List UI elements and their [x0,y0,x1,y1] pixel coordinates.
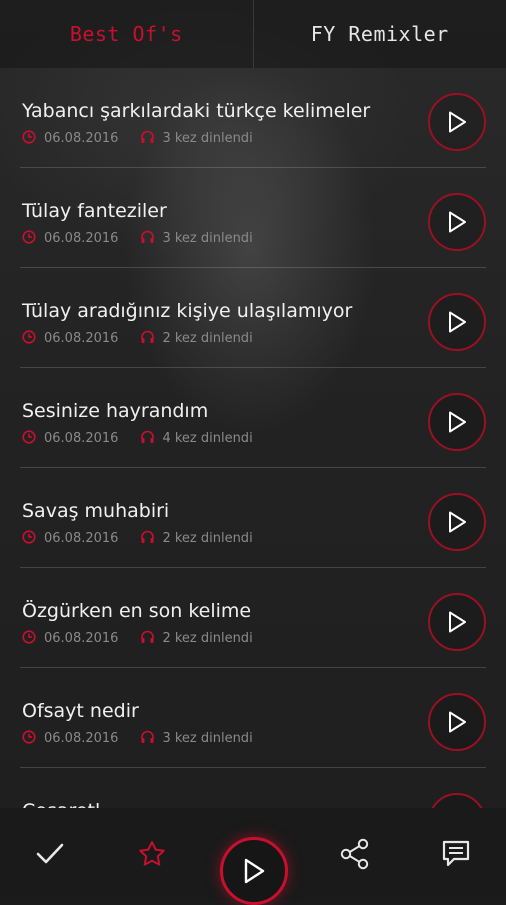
track-plays: 3 kez dinlendi [162,231,252,246]
track-plays: 3 kez dinlendi [162,131,252,146]
track-meta: 06.08.2016 4 kez dinlendi [22,430,253,446]
favorite-button[interactable] [132,835,172,873]
track-title: Tülay aradığınız kişiye ulaşılamıyor [22,300,352,322]
tab-best-ofs[interactable]: Best Of's [0,0,253,68]
track-meta: 06.08.2016 3 kez dinlendi [22,130,253,146]
list-item[interactable]: Yabancı şarkılardaki türkçe kelimeler 06… [20,68,486,168]
main-play-button[interactable] [220,837,288,905]
track-meta: 06.08.2016 3 kez dinlendi [22,730,253,746]
track-title: Tülay fanteziler [22,200,167,222]
track-date: 06.08.2016 [44,331,118,346]
play-icon [446,610,468,634]
play-icon [446,310,468,334]
play-button[interactable] [428,393,486,451]
play-button[interactable] [428,193,486,251]
clock-icon [22,430,38,446]
play-icon [446,710,468,734]
play-icon [446,210,468,234]
play-button[interactable] [428,93,486,151]
track-date: 06.08.2016 [44,531,118,546]
share-button[interactable] [335,835,375,873]
list-item[interactable]: Özgürken en son kelime 06.08.2016 2 kez … [20,568,486,668]
track-title: Özgürken en son kelime [22,600,251,622]
headphones-icon [140,330,156,346]
headphones-icon [140,730,156,746]
list-item[interactable]: Tülay fanteziler 06.08.2016 3 kez dinlen… [20,168,486,268]
tab-bar: Best Of's FY Remixler [0,0,506,68]
play-icon [446,510,468,534]
check-button[interactable] [30,836,70,872]
clock-icon [22,330,38,346]
track-plays: 2 kez dinlendi [162,631,252,646]
track-date: 06.08.2016 [44,231,118,246]
track-list[interactable]: Yabancı şarkılardaki türkçe kelimeler 06… [0,68,506,808]
track-title: Savaş muhabiri [22,500,169,522]
clock-icon [22,730,38,746]
headphones-icon [140,430,156,446]
play-button[interactable] [428,593,486,651]
track-plays: 2 kez dinlendi [162,331,252,346]
clock-icon [22,630,38,646]
track-plays: 4 kez dinlendi [162,431,252,446]
track-title: Yabancı şarkılardaki türkçe kelimeler [22,100,370,122]
headphones-icon [140,230,156,246]
track-title: Cesaretl [22,800,100,808]
headphones-icon [140,630,156,646]
play-button[interactable] [428,693,486,751]
comment-icon [440,838,472,870]
clock-icon [22,230,38,246]
clock-icon [22,130,38,146]
play-button[interactable] [428,493,486,551]
track-date: 06.08.2016 [44,731,118,746]
star-icon [137,839,167,869]
headphones-icon [140,130,156,146]
comment-button[interactable] [436,835,476,873]
list-item[interactable]: Tülay aradığınız kişiye ulaşılamıyor 06.… [20,268,486,368]
check-icon [35,842,65,866]
play-button[interactable] [428,293,486,351]
clock-icon [22,530,38,546]
play-button[interactable] [428,793,486,808]
play-icon [241,857,267,885]
headphones-icon [140,530,156,546]
share-icon [338,838,372,870]
track-date: 06.08.2016 [44,431,118,446]
track-meta: 06.08.2016 2 kez dinlendi [22,530,253,546]
list-item[interactable]: Sesinize hayrandım 06.08.2016 4 kez dinl… [20,368,486,468]
track-plays: 2 kez dinlendi [162,531,252,546]
list-item[interactable]: Savaş muhabiri 06.08.2016 2 kez dinlendi [20,468,486,568]
list-item[interactable]: Cesaretl [20,768,486,808]
tab-fy-remixler[interactable]: FY Remixler [254,0,506,68]
track-date: 06.08.2016 [44,131,118,146]
track-meta: 06.08.2016 2 kez dinlendi [22,630,253,646]
track-title: Ofsayt nedir [22,700,139,722]
track-plays: 3 kez dinlendi [162,731,252,746]
track-meta: 06.08.2016 2 kez dinlendi [22,330,253,346]
track-meta: 06.08.2016 3 kez dinlendi [22,230,253,246]
track-title: Sesinize hayrandım [22,400,208,422]
list-item[interactable]: Ofsayt nedir 06.08.2016 3 kez dinlendi [20,668,486,768]
play-icon [446,110,468,134]
play-icon [446,410,468,434]
track-date: 06.08.2016 [44,631,118,646]
